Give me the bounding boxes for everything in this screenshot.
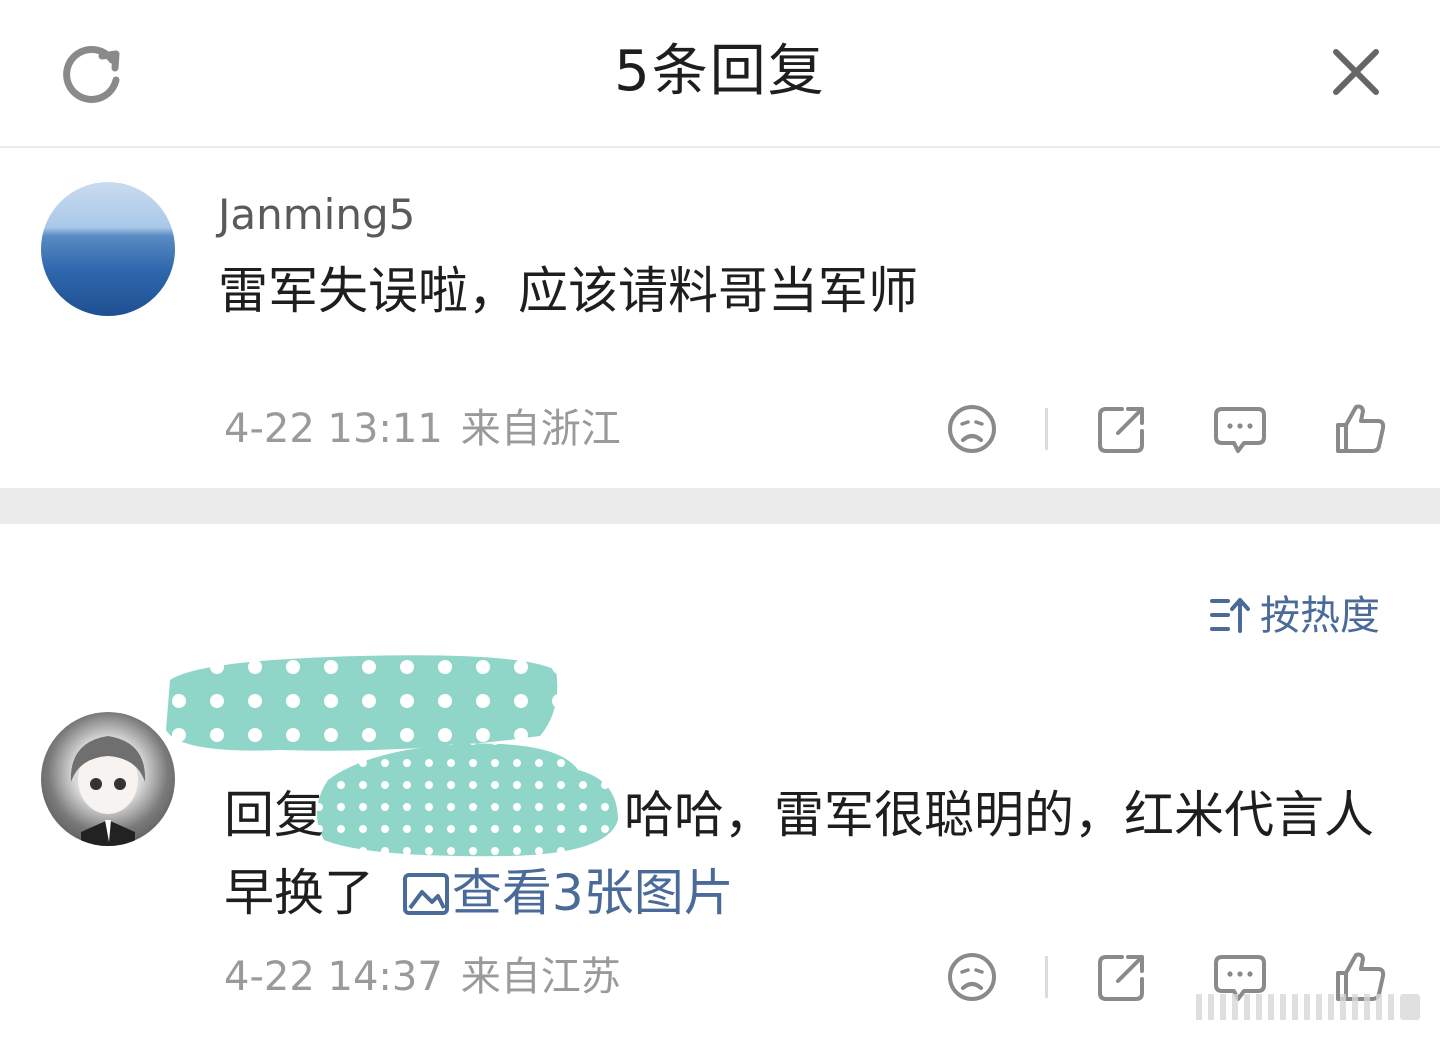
username[interactable]: Janming5	[218, 188, 415, 242]
sad-face-icon[interactable]	[944, 949, 1000, 1005]
section-divider	[0, 488, 1440, 524]
page-title: 5条回复	[614, 39, 826, 104]
sad-face-icon[interactable]	[944, 401, 1000, 457]
comment-location: 来自浙江	[460, 406, 621, 452]
sort-button[interactable]: 按热度	[1210, 590, 1380, 642]
comment-time: 4-22 13:11	[224, 406, 443, 452]
comment-meta: 4-22 13:11 来自浙江	[224, 404, 621, 454]
reply-time: 4-22 14:37	[224, 954, 443, 1000]
divider	[1045, 956, 1048, 998]
share-icon[interactable]	[1094, 949, 1150, 1005]
thumbs-up-icon[interactable]	[1332, 401, 1388, 457]
comment-icon[interactable]	[1212, 401, 1268, 457]
avatar[interactable]	[41, 712, 175, 846]
share-icon[interactable]	[1094, 401, 1150, 457]
close-icon[interactable]	[1326, 42, 1386, 102]
view-images-label[interactable]: 查看3张图片	[452, 864, 734, 922]
reply-location: 来自江苏	[460, 954, 621, 1000]
avatar-illustration	[70, 736, 146, 846]
view-images-link[interactable]: 查看3张图片	[390, 864, 734, 922]
header: 5条回复	[0, 0, 1440, 148]
avatar[interactable]	[41, 182, 175, 316]
sort-label: 按热度	[1260, 593, 1380, 639]
divider	[1045, 408, 1048, 450]
reply-meta: 4-22 14:37 来自江苏	[224, 952, 621, 1002]
watermark	[1196, 994, 1420, 1020]
reply-prefix: 回复	[224, 786, 324, 844]
sort-icon	[1210, 598, 1250, 633]
image-icon	[402, 873, 449, 915]
comment-text: 雷军失误啦，应该请料哥当军师	[218, 262, 918, 320]
reply-text-block: 回复 哈哈，雷军很聪明的，红米代言人早换了 查看3张图片	[224, 776, 1404, 932]
